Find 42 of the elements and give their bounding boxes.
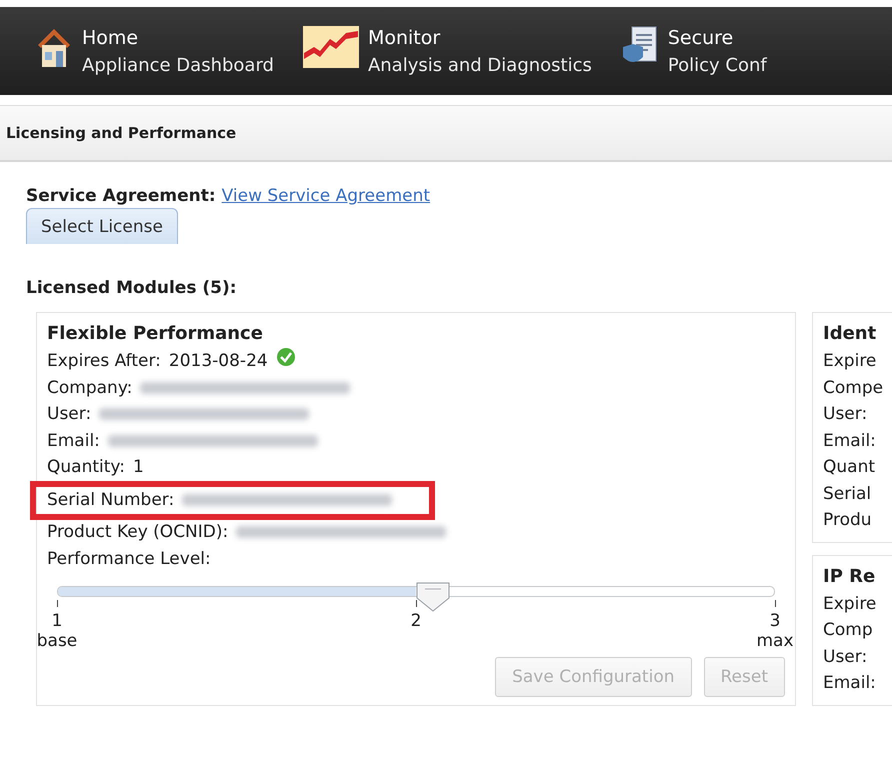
field-label: Quantity:	[47, 457, 125, 478]
tick-caption: max	[756, 631, 794, 651]
module-title: IP Re	[823, 566, 876, 586]
field-label: User:	[823, 404, 868, 424]
module-title: Flexible Performance	[47, 323, 264, 344]
nav-subtitle: Policy Conf	[668, 54, 767, 76]
field-label: Expire	[823, 594, 876, 614]
field-value: 1	[132, 457, 144, 478]
page-title: Licensing and Performance	[6, 124, 236, 142]
field-label: Expires After:	[47, 351, 161, 372]
service-agreement-label: Service Agreement:	[26, 186, 216, 206]
field-label: User:	[47, 404, 92, 424]
tick-label: 3	[770, 611, 780, 631]
field-label: Product Key (OCNID):	[47, 522, 228, 542]
module-title: Ident	[823, 323, 878, 344]
field-label: Email:	[47, 430, 100, 451]
modules-heading: Licensed Modules (5):	[26, 278, 238, 298]
field-label: Expire	[823, 351, 876, 372]
tick-label: 2	[410, 611, 422, 631]
nav-subtitle: Appliance Dashboard	[82, 54, 274, 76]
field-label: Quant	[823, 457, 876, 478]
field-label: Serial Number:	[47, 490, 174, 510]
tick-caption: base	[36, 631, 78, 651]
field-label: Produ	[823, 510, 872, 530]
license-tab[interactable]: Select License	[26, 208, 178, 244]
field-label: Email:	[823, 673, 876, 694]
field-label: User:	[823, 646, 868, 667]
line-chart-icon[interactable]	[302, 24, 360, 68]
nav-title[interactable]: Home	[82, 26, 274, 48]
field-label: Company:	[47, 378, 132, 398]
slider-handle[interactable]	[416, 582, 450, 612]
field-value: 2013-08-24	[168, 351, 268, 372]
field-label: Compe	[823, 378, 884, 398]
tick-label: 1	[52, 611, 62, 631]
field-label: Comp	[823, 620, 873, 640]
nav-title[interactable]: Monitor	[368, 26, 592, 48]
nav-subtitle: Analysis and Diagnostics	[368, 54, 592, 76]
slider-label: Performance Level:	[47, 548, 212, 571]
nav-title[interactable]: Secure	[668, 26, 767, 48]
service-agreement-link[interactable]: View Service Agreement	[222, 186, 430, 206]
field-label: Serial	[823, 484, 872, 504]
field-label: Email:	[823, 430, 876, 451]
